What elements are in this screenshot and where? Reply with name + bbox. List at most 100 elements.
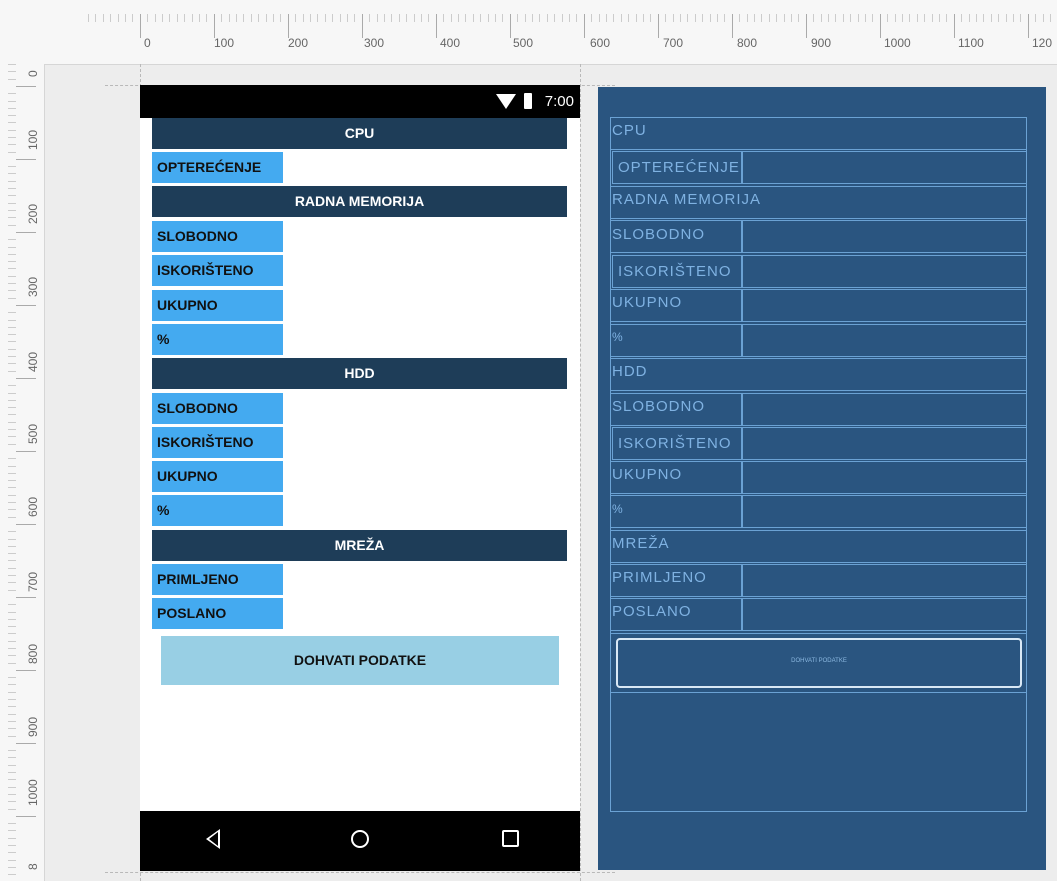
- ruler-tick: [8, 166, 16, 167]
- ruler-tick: [488, 14, 489, 22]
- ruler-label: 400: [440, 36, 461, 50]
- ruler-tick: [8, 341, 16, 342]
- ruler-tick: [932, 14, 933, 22]
- ruler-tick: [732, 14, 733, 38]
- ruler-tick: [8, 268, 16, 269]
- hdd-free-label: SLOBODNO: [152, 393, 283, 424]
- ruler-tick: [325, 14, 326, 22]
- ruler-tick: [8, 728, 16, 729]
- wifi-icon: [496, 94, 516, 109]
- ruler-tick: [606, 14, 607, 22]
- ruler-label: 8: [26, 863, 40, 870]
- ruler-tick: [340, 14, 341, 22]
- ruler-tick: [16, 597, 36, 598]
- hdd-used-label: ISKORIŠTENO: [152, 427, 283, 458]
- ruler-tick: [377, 14, 378, 22]
- ruler-tick: [147, 14, 148, 22]
- ruler-tick: [1020, 14, 1021, 22]
- design-preview[interactable]: 7:00 CPU OPTEREĆENJE RADNA MEMORIJA SLOB…: [140, 85, 580, 871]
- ruler-tick: [177, 14, 178, 22]
- fetch-data-button[interactable]: DOHVATI PODATKE: [161, 636, 559, 685]
- ruler-tick: [8, 115, 16, 116]
- ruler-tick: [8, 93, 16, 94]
- blueprint-preview[interactable]: CPU OPTEREĆENJE RADNA MEMORIJA SLOBODNO …: [598, 87, 1046, 870]
- ruler-tick: [8, 641, 16, 642]
- ruler-tick: [140, 14, 141, 38]
- ruler-tick: [547, 14, 548, 22]
- ruler-tick: [495, 14, 496, 22]
- ruler-tick: [8, 809, 16, 810]
- ruler-tick: [747, 14, 748, 22]
- net-header: MREŽA: [152, 530, 567, 561]
- ruler-tick: [8, 706, 16, 707]
- ram-percent-label: %: [152, 324, 283, 355]
- ruler-tick: [902, 14, 903, 22]
- ruler-tick: [8, 414, 16, 415]
- ruler-tick: [8, 108, 16, 109]
- ruler-tick: [761, 14, 762, 22]
- back-icon[interactable]: [206, 829, 220, 849]
- ruler-tick: [813, 14, 814, 22]
- ruler-tick: [8, 852, 16, 853]
- blueprint-layout-frame: [610, 117, 1027, 812]
- ruler-tick: [8, 677, 16, 678]
- ruler-tick: [8, 757, 16, 758]
- ruler-tick: [687, 14, 688, 22]
- ruler-tick: [8, 79, 16, 80]
- ruler-tick: [872, 14, 873, 22]
- hdd-percent-label: %: [152, 495, 283, 526]
- ruler-tick: [421, 14, 422, 22]
- ruler-tick: [8, 283, 16, 284]
- ruler-label: 900: [811, 36, 832, 50]
- ruler-tick: [8, 480, 16, 481]
- ruler-label: 800: [737, 36, 758, 50]
- ruler-tick: [8, 604, 16, 605]
- ruler-tick: [8, 823, 16, 824]
- ruler-label: 0: [26, 70, 40, 77]
- ruler-tick: [118, 14, 119, 22]
- ruler-tick: [354, 14, 355, 22]
- ruler-tick: [229, 14, 230, 22]
- ruler-tick: [8, 422, 16, 423]
- ruler-tick: [155, 14, 156, 22]
- ruler-tick: [946, 14, 947, 22]
- ruler-tick: [850, 14, 851, 22]
- ruler-tick: [8, 750, 16, 751]
- ruler-label: 1000: [26, 779, 40, 806]
- ruler-tick: [739, 14, 740, 22]
- ruler-tick: [821, 14, 822, 22]
- ruler-tick: [798, 14, 799, 22]
- ruler-tick: [16, 378, 36, 379]
- ruler-tick: [8, 466, 16, 467]
- ruler-tick: [8, 736, 16, 737]
- ruler-tick: [8, 626, 16, 627]
- ruler-tick: [665, 14, 666, 22]
- ruler-label: 300: [364, 36, 385, 50]
- ruler-tick: [828, 14, 829, 22]
- ruler-tick: [525, 14, 526, 22]
- ruler-tick: [976, 14, 977, 22]
- ruler-tick: [1035, 14, 1036, 22]
- ruler-tick: [8, 830, 16, 831]
- ruler-tick: [591, 14, 592, 22]
- ruler-tick: [628, 14, 629, 22]
- ruler-tick: [369, 14, 370, 22]
- ruler-tick: [8, 838, 16, 839]
- ruler-tick: [8, 648, 16, 649]
- ruler-tick: [717, 14, 718, 22]
- ruler-tick: [613, 14, 614, 22]
- ruler-tick: [8, 137, 16, 138]
- ruler-tick: [961, 14, 962, 22]
- recents-icon[interactable]: [502, 830, 519, 847]
- home-icon[interactable]: [351, 830, 369, 848]
- ruler-tick: [673, 14, 674, 22]
- ruler-tick: [724, 14, 725, 22]
- status-bar: 7:00: [140, 85, 580, 118]
- ruler-tick: [8, 473, 16, 474]
- ruler-tick: [865, 14, 866, 22]
- horizontal-ruler: 0 100 200 300 400 500 600 700 800 900 10…: [0, 0, 1057, 65]
- ruler-tick: [16, 159, 36, 160]
- ruler-tick: [8, 765, 16, 766]
- ruler-label: 100: [214, 36, 235, 50]
- ruler-tick: [8, 195, 16, 196]
